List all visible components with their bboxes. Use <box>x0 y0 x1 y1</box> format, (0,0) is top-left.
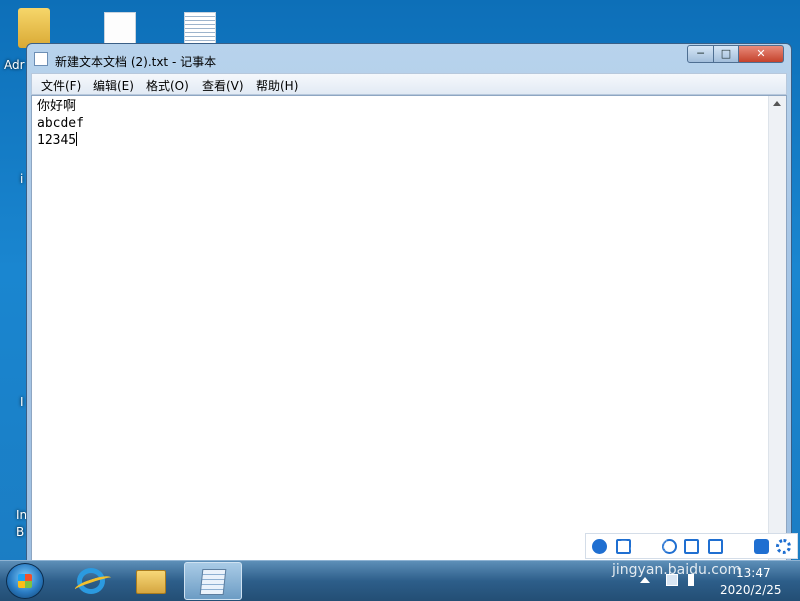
taskbar-notepad[interactable] <box>184 562 242 600</box>
window-title: 新建文本文档 (2).txt - 记事本 <box>55 55 217 69</box>
menu-bar: 文件(F) 编辑(E) 格式(O) 查看(V) 帮助(H) <box>31 73 787 95</box>
ime-toolbar <box>585 533 798 559</box>
close-button[interactable]: ✕ <box>738 45 784 63</box>
menu-file[interactable]: 文件(F) <box>41 77 81 94</box>
text-line: 你好啊 <box>37 99 77 114</box>
text-caret <box>76 132 78 146</box>
menu-edit[interactable]: 编辑(E) <box>93 77 134 94</box>
menu-help[interactable]: 帮助(H) <box>256 77 298 94</box>
notepad-app-icon[interactable] <box>34 52 48 66</box>
start-button[interactable] <box>6 563 44 599</box>
handwriting-icon[interactable] <box>684 539 699 554</box>
vertical-scrollbar[interactable] <box>768 96 786 560</box>
internet-explorer-icon <box>77 568 105 594</box>
menu-view[interactable]: 查看(V) <box>202 77 244 94</box>
scroll-up-arrow-icon[interactable] <box>773 101 781 106</box>
clock-date[interactable]: 2020/2/25 <box>720 583 782 597</box>
user-icon[interactable] <box>592 539 607 554</box>
keyboard-icon[interactable] <box>708 539 723 554</box>
desktop-side-label: i <box>20 172 24 186</box>
notepad-window: 新建文本文档 (2).txt - 记事本 ─ □ ✕ 文件(F) 编辑(E) 格… <box>26 43 792 563</box>
skin-icon[interactable] <box>754 539 769 554</box>
text-editor[interactable]: 你好啊 abcdef 12345 <box>31 95 787 561</box>
maximize-button[interactable]: □ <box>713 45 739 63</box>
folder-icon <box>136 570 166 594</box>
notepad-icon <box>199 569 227 595</box>
watermark-site: jingyan.baidu.com <box>612 562 742 578</box>
desktop-side-label: I <box>20 395 24 409</box>
menu-format[interactable]: 格式(O) <box>146 77 189 94</box>
title-bar[interactable]: 新建文本文档 (2).txt - 记事本 ─ □ ✕ <box>27 44 791 74</box>
text-line-content: 12345 <box>37 133 77 148</box>
settings-icon[interactable] <box>776 539 791 554</box>
windows-logo-icon <box>18 574 32 588</box>
folder-icon <box>18 8 50 48</box>
desktop-folder-label: Adr <box>4 58 25 72</box>
document-text[interactable]: 你好啊 abcdef 12345 <box>37 98 84 149</box>
desktop-side-label: B <box>16 525 25 539</box>
taskbar-internet-explorer[interactable] <box>62 562 120 600</box>
watermark-brand: Bai经验 <box>620 539 671 555</box>
minimize-button[interactable]: ─ <box>687 45 714 63</box>
desktop-folder-icon[interactable] <box>18 8 50 48</box>
text-line: abcdef <box>37 116 84 131</box>
taskbar-windows-explorer[interactable] <box>122 562 180 600</box>
text-line: 12345 <box>37 132 84 149</box>
